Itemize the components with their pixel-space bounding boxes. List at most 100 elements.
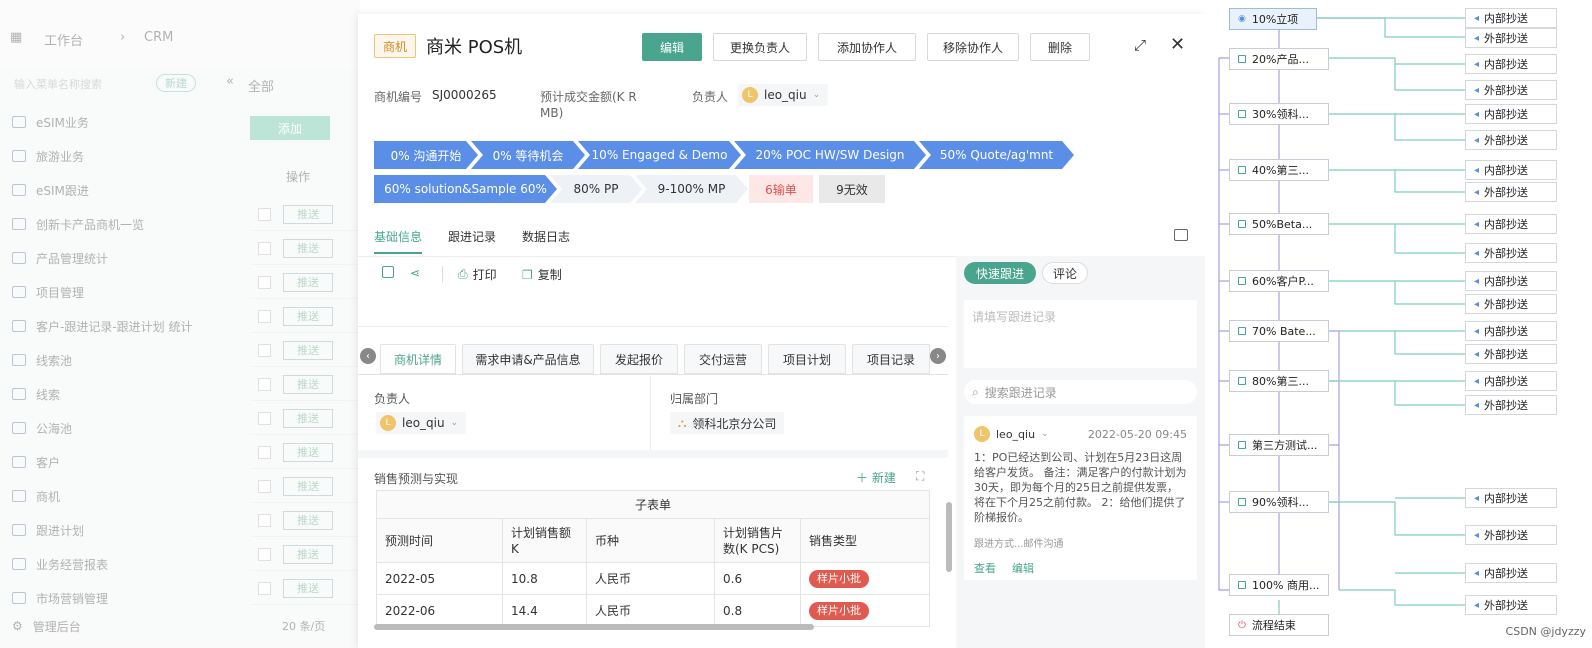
follow-search-input[interactable]: ⌕ 搜索跟进记录 (964, 380, 1197, 404)
stage-50-quote[interactable]: 50% Quote/ag'mnt (919, 141, 1074, 169)
row-checkbox[interactable] (258, 309, 271, 323)
menu-item[interactable]: eSIM跟进 (12, 180, 89, 200)
row-checkbox[interactable] (258, 513, 271, 527)
table-row[interactable]: 2022-06 14.4 人民币 0.8 样片小批 (376, 594, 930, 627)
edit-link[interactable]: 编辑 (1012, 560, 1034, 576)
add-collaborator-button[interactable]: 添加协作人 (818, 33, 916, 61)
view-link[interactable]: 查看 (974, 560, 996, 576)
sales-new-button[interactable]: ＋ 新建 (856, 469, 896, 486)
remove-collaborator-button[interactable]: 移除协作人 (927, 33, 1019, 61)
subtab-project-records[interactable]: 项目记录 (852, 344, 930, 374)
cc-external-node[interactable]: ◂ 外部抄送 (1465, 595, 1557, 615)
image-icon[interactable] (382, 266, 394, 278)
collapse-icon[interactable]: « (226, 74, 234, 89)
delete-button[interactable]: 删除 (1030, 33, 1090, 61)
add-button[interactable]: 添加 (250, 116, 330, 140)
cc-internal-node[interactable]: ◂ 内部抄送 (1465, 104, 1557, 124)
cc-internal-node[interactable]: ◂ 内部抄送 (1465, 321, 1557, 341)
table-row[interactable]: 推送 (250, 504, 360, 537)
expand-icon[interactable]: ⤢ (1134, 36, 1146, 54)
row-checkbox[interactable] (258, 547, 271, 561)
table-row[interactable]: 推送 (250, 232, 360, 265)
stage-10-engaged[interactable]: 10% Engaged & Demo (578, 141, 741, 169)
flow-node[interactable]: 90%领科... (1229, 491, 1329, 513)
cc-internal-node[interactable]: ◂ 内部抄送 (1465, 563, 1557, 583)
subtab-project-plan[interactable]: 项目计划 (768, 344, 846, 374)
edit-button[interactable]: 编辑 (642, 33, 702, 61)
flow-node[interactable]: 第三方测试... (1229, 434, 1329, 456)
table-row[interactable]: 2022-05 10.8 人民币 0.6 样片小批 (376, 562, 930, 595)
flow-node[interactable]: 70% Bate... (1229, 320, 1329, 342)
apps-grid-icon[interactable]: ▦ (10, 30, 22, 45)
subtab-requirements[interactable]: 需求申请&产品信息 (462, 344, 594, 374)
flow-node[interactable]: 40%第三... (1229, 159, 1329, 181)
menu-item[interactable]: 线索池 (12, 350, 72, 370)
stage-20-poc[interactable]: 20% POC HW/SW Design (734, 141, 926, 169)
menu-item[interactable]: eSIM业务 (12, 112, 89, 132)
cc-external-node[interactable]: ◂ 外部抄送 (1465, 243, 1557, 263)
push-tag[interactable]: 推送 (283, 408, 333, 428)
owner-field-chip[interactable]: L leo_qiu ⌄ (376, 412, 467, 434)
push-tag[interactable]: 推送 (283, 374, 333, 394)
row-checkbox[interactable] (258, 479, 271, 493)
table-row[interactable]: 推送 (250, 300, 360, 333)
stage-0-waiting[interactable]: 0% 等待机会 (471, 141, 585, 169)
row-checkbox[interactable] (258, 445, 271, 459)
table-row[interactable]: 推送 (250, 538, 360, 571)
row-checkbox[interactable] (258, 343, 271, 357)
panel-toggle-icon[interactable] (1174, 229, 1188, 241)
flow-node[interactable]: 30%领科... (1229, 103, 1329, 125)
stage-100-mp[interactable]: 9-100% MP (635, 175, 748, 203)
push-tag[interactable]: 推送 (283, 578, 333, 598)
flow-node[interactable]: 80%第三... (1229, 370, 1329, 392)
row-checkbox[interactable] (258, 207, 271, 221)
flow-end-node[interactable]: ⏻ 流程结束 (1229, 614, 1329, 636)
table-row[interactable]: 推送 (250, 266, 360, 299)
workbench-breadcrumb[interactable]: 工作台 (44, 30, 83, 49)
dept-chip[interactable]: ⛬ 领科北京分公司 (670, 412, 785, 434)
cc-internal-node[interactable]: ◂ 内部抄送 (1465, 54, 1557, 74)
cc-external-node[interactable]: ◂ 外部抄送 (1465, 395, 1557, 415)
cc-internal-node[interactable]: ◂ 内部抄送 (1465, 371, 1557, 391)
row-checkbox[interactable] (258, 411, 271, 425)
follow-record-card[interactable]: L leo_qiu ⌄ 2022-05-20 09:45 1：PO已经达到公司、… (964, 416, 1197, 580)
push-tag[interactable]: 推送 (283, 442, 333, 462)
cc-external-node[interactable]: ◂ 外部抄送 (1465, 28, 1557, 48)
flow-node[interactable]: 60%客户P... (1229, 270, 1329, 292)
cc-external-node[interactable]: ◂ 外部抄送 (1465, 525, 1557, 545)
follow-record-textarea[interactable]: 请填写跟进记录 (964, 300, 1197, 368)
row-checkbox[interactable] (258, 581, 271, 595)
stage-lost[interactable]: 6输单 (749, 175, 813, 203)
menu-item[interactable]: 产品管理统计 (12, 248, 108, 268)
vertical-scrollbar[interactable] (946, 502, 952, 572)
menu-item[interactable]: 跟进计划 (12, 520, 84, 540)
table-row[interactable]: 推送 (250, 402, 360, 435)
cc-internal-node[interactable]: ◂ 内部抄送 (1465, 271, 1557, 291)
page-size-select[interactable]: 20 条/页 (282, 618, 325, 634)
cc-external-node[interactable]: ◂ 外部抄送 (1465, 294, 1557, 314)
share-icon[interactable]: ⋖ (410, 266, 420, 280)
stage-80-pp[interactable]: 80% PP (550, 175, 642, 203)
push-tag[interactable]: 推送 (283, 306, 333, 326)
subtab-next-icon[interactable]: › (930, 348, 946, 364)
stage-invalid[interactable]: 9无效 (819, 175, 885, 203)
change-owner-button[interactable]: 更换负责人 (713, 33, 807, 61)
push-tag[interactable]: 推送 (283, 238, 333, 258)
tab-follow-records[interactable]: 跟进记录 (448, 228, 496, 245)
table-row[interactable]: 推送 (250, 572, 360, 605)
cc-internal-node[interactable]: ◂ 内部抄送 (1465, 8, 1557, 28)
cc-internal-node[interactable]: ◂ 内部抄送 (1465, 160, 1557, 180)
menu-search-input[interactable]: 输入菜单名称搜索 (14, 76, 102, 92)
menu-item[interactable]: 客户 (12, 452, 60, 472)
subtab-quotation[interactable]: 发起报价 (600, 344, 678, 374)
push-tag[interactable]: 推送 (283, 544, 333, 564)
admin-menu[interactable]: ⚙ 管理后台 (12, 616, 81, 636)
flow-node[interactable]: 100% 商用... (1229, 574, 1329, 596)
cc-internal-node[interactable]: ◂ 内部抄送 (1465, 488, 1557, 508)
push-tag[interactable]: 推送 (283, 476, 333, 496)
cc-external-node[interactable]: ◂ 外部抄送 (1465, 130, 1557, 150)
table-row[interactable]: 推送 (250, 198, 360, 231)
cc-external-node[interactable]: ◂ 外部抄送 (1465, 344, 1557, 364)
close-icon[interactable]: ✕ (1170, 34, 1185, 55)
subtab-delivery[interactable]: 交付运营 (684, 344, 762, 374)
